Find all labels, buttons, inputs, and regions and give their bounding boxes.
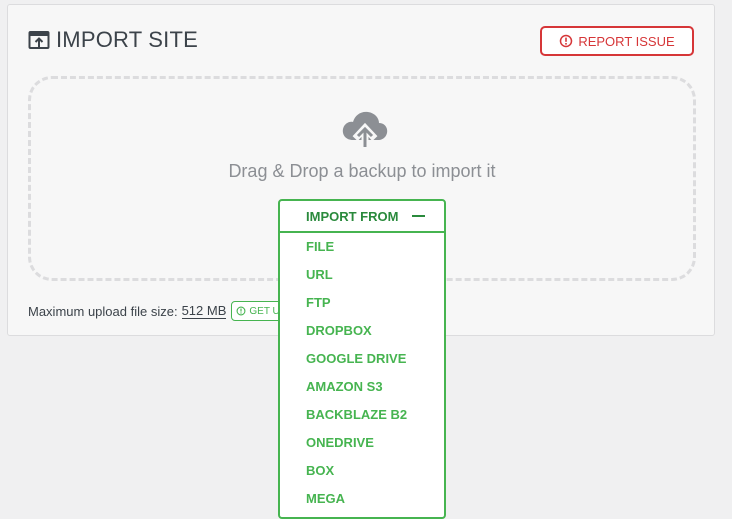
minus-icon xyxy=(412,215,426,217)
cloud-upload-icon xyxy=(342,111,388,149)
import-from-dropdown: IMPORT FROM FILE URL FTP DROPBOX GOOGLE … xyxy=(278,199,446,519)
drag-drop-text: Drag & Drop a backup to import it xyxy=(228,161,496,181)
import-site-icon xyxy=(28,31,50,49)
import-option-ftp[interactable]: FTP xyxy=(280,289,444,317)
max-upload-size: 512 MB xyxy=(181,302,227,319)
report-issue-button[interactable]: REPORT ISSUE xyxy=(540,26,694,56)
import-from-label: IMPORT FROM xyxy=(306,208,399,224)
import-option-backblaze-b2[interactable]: BACKBLAZE B2 xyxy=(280,401,444,429)
warning-circle-icon xyxy=(560,34,573,48)
page-title: IMPORT SITE xyxy=(56,27,198,52)
import-option-file[interactable]: FILE xyxy=(280,233,444,261)
max-upload-label: Maximum upload file size: xyxy=(28,303,178,319)
import-option-url[interactable]: URL xyxy=(280,261,444,289)
import-option-mega[interactable]: MEGA xyxy=(280,485,444,513)
import-option-box[interactable]: BOX xyxy=(280,457,444,485)
get-unlimited-button[interactable]: GET U xyxy=(231,301,284,321)
page-header: IMPORT SITE xyxy=(28,27,198,53)
warning-circle-icon xyxy=(236,306,246,316)
import-from-button[interactable]: IMPORT FROM xyxy=(280,201,444,233)
import-option-amazon-s3[interactable]: AMAZON S3 xyxy=(280,373,444,401)
import-option-dropbox[interactable]: DROPBOX xyxy=(280,317,444,345)
import-option-google-drive[interactable]: GOOGLE DRIVE xyxy=(280,345,444,373)
import-option-onedrive[interactable]: ONEDRIVE xyxy=(280,429,444,457)
max-upload-info: Maximum upload file size: 512 MB GET U xyxy=(28,301,284,321)
get-unlimited-label: GET U xyxy=(249,305,280,317)
report-issue-label: REPORT ISSUE xyxy=(578,33,675,49)
